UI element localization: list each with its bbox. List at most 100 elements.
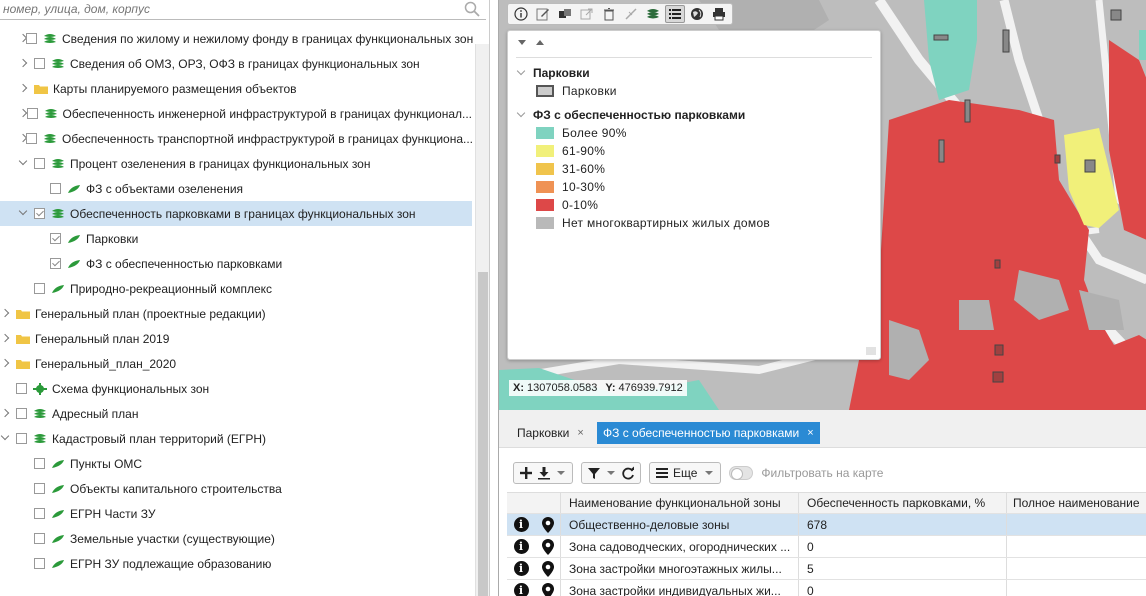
layer-checkbox[interactable]: [34, 483, 45, 494]
layer-tree-item[interactable]: ФЗ с объектами озеленения: [0, 176, 472, 201]
map-pin-icon[interactable]: [541, 560, 554, 577]
table-row[interactable]: i Зона застройки многоэтажных жилы... 5: [507, 558, 1146, 580]
layer-tree-item[interactable]: Обеспеченность инженерной инфраструктуро…: [0, 101, 472, 126]
chevron-right-icon[interactable]: [2, 410, 10, 418]
plus-icon[interactable]: [519, 466, 533, 480]
layer-tree-item[interactable]: Объекты капитального строительства: [0, 476, 472, 501]
layer-tree-item[interactable]: Обеспеченность парковками в границах фун…: [0, 201, 472, 226]
info-icon[interactable]: i: [513, 561, 529, 576]
table-row[interactable]: i Зона садоводческих, огороднических ... 0: [507, 536, 1146, 558]
layer-tree-item[interactable]: Генеральный план 2019: [0, 326, 472, 351]
column-header[interactable]: Наименование функциональной зоны: [561, 493, 799, 513]
chevron-down-icon[interactable]: [516, 108, 526, 118]
chevron-right-icon[interactable]: [2, 360, 10, 368]
layer-checkbox[interactable]: [16, 408, 27, 419]
column-header[interactable]: Обеспеченность парковками, %: [799, 493, 1007, 513]
tab-parkovki[interactable]: Парковки ×: [511, 422, 590, 444]
print-button[interactable]: [709, 5, 729, 23]
close-icon[interactable]: ×: [807, 427, 813, 439]
legend-button[interactable]: [665, 5, 685, 23]
table-row[interactable]: i Зона застройки индивидуальных жи... 0: [507, 580, 1146, 596]
info-icon[interactable]: i: [513, 583, 529, 596]
layer-checkbox[interactable]: [34, 158, 45, 169]
export-button[interactable]: [577, 5, 597, 23]
map-view[interactable]: Парковки Парковки ФЗ с обеспеченностью пар…: [498, 0, 1146, 410]
filter-icon[interactable]: [587, 466, 601, 480]
measure-button[interactable]: [621, 5, 641, 23]
layer-checkbox[interactable]: [34, 458, 45, 469]
search-input[interactable]: [0, 0, 460, 18]
more-menu-button[interactable]: Еще: [649, 462, 722, 484]
layers-swap-button[interactable]: [555, 5, 575, 23]
map-pin-icon[interactable]: [541, 516, 554, 533]
refresh-icon[interactable]: [621, 466, 635, 480]
collapse-down-icon[interactable]: [518, 39, 526, 45]
layer-tree-item[interactable]: Кадастровый план территорий (ЕГРН): [0, 426, 472, 451]
filter-group[interactable]: [581, 462, 641, 484]
layer-checkbox[interactable]: [16, 433, 27, 444]
chevron-right-icon[interactable]: [20, 110, 21, 118]
search-icon[interactable]: [464, 1, 480, 17]
chevron-down-icon[interactable]: [2, 435, 10, 443]
layer-tree-item[interactable]: Сведения по жилому и нежилому фонду в гр…: [0, 26, 473, 51]
layer-checkbox[interactable]: [26, 33, 37, 44]
info-icon[interactable]: i: [513, 539, 529, 554]
legend-group[interactable]: Парковки: [516, 64, 880, 82]
legend-group[interactable]: ФЗ с обеспеченностью парковками: [516, 106, 880, 124]
chevron-right-icon[interactable]: [20, 60, 28, 68]
layer-checkbox[interactable]: [16, 383, 27, 394]
layer-checkbox[interactable]: [34, 283, 45, 294]
layer-tree-item[interactable]: Сведения об ОМЗ, ОРЗ, ОФЗ в границах фун…: [0, 51, 472, 76]
layer-tree-item[interactable]: ФЗ с обеспеченностью парковками: [0, 251, 472, 276]
chevron-down-icon[interactable]: [20, 210, 28, 218]
layer-checkbox[interactable]: [26, 133, 37, 144]
layer-tree-item[interactable]: Парковки: [0, 226, 472, 251]
tab-fz-parking[interactable]: ФЗ с обеспеченностью парковками ×: [597, 422, 820, 444]
layer-tree-item[interactable]: Адресный план: [0, 401, 472, 426]
layer-tree-item[interactable]: Земельные участки (существующие): [0, 526, 472, 551]
chevron-down-icon[interactable]: [20, 160, 28, 168]
layer-checkbox[interactable]: [50, 183, 61, 194]
layer-tree-item[interactable]: Природно-рекреационный комплекс: [0, 276, 472, 301]
layer-checkbox[interactable]: [50, 233, 61, 244]
layer-tree-item[interactable]: Карты планируемого размещения объектов: [0, 76, 472, 101]
edit-tool-button[interactable]: [533, 5, 553, 23]
table-row[interactable]: i Общественно-деловые зоны 678: [507, 514, 1146, 536]
layer-checkbox[interactable]: [50, 258, 61, 269]
layer-tree-item[interactable]: Генеральный_план_2020: [0, 351, 472, 376]
collapse-up-icon[interactable]: [536, 39, 544, 45]
chevron-right-icon[interactable]: [20, 85, 28, 93]
chevron-right-icon[interactable]: [2, 335, 10, 343]
layer-checkbox[interactable]: [34, 558, 45, 569]
download-icon[interactable]: [537, 466, 551, 480]
basemap-button[interactable]: [687, 5, 707, 23]
info-icon[interactable]: i: [513, 517, 529, 532]
chevron-right-icon[interactable]: [2, 310, 10, 318]
layer-checkbox[interactable]: [34, 508, 45, 519]
layer-tree-item[interactable]: Генеральный план (проектные редакции): [0, 301, 472, 326]
layer-tree-item[interactable]: ЕГРН ЗУ подлежащие образованию: [0, 551, 472, 576]
layer-checkbox[interactable]: [34, 208, 45, 219]
layer-checkbox[interactable]: [34, 533, 45, 544]
layer-tree-item[interactable]: ЕГРН Части ЗУ: [0, 501, 472, 526]
layer-checkbox[interactable]: [34, 58, 45, 69]
chevron-down-icon[interactable]: [557, 471, 565, 475]
layer-tree-item[interactable]: Пункты ОМС: [0, 451, 472, 476]
map-pin-icon[interactable]: [541, 538, 554, 555]
chevron-down-icon[interactable]: [516, 66, 526, 76]
chevron-down-icon[interactable]: [607, 471, 615, 475]
map-pin-icon[interactable]: [541, 582, 554, 596]
info-tool-button[interactable]: [511, 5, 531, 23]
layer-tree-item[interactable]: Обеспеченность транспортной инфраструкту…: [0, 126, 473, 151]
layer-checkbox[interactable]: [26, 108, 38, 119]
resize-handle[interactable]: [866, 347, 876, 355]
add-download-group[interactable]: [513, 462, 573, 484]
layers-button[interactable]: [643, 5, 663, 23]
filter-on-map-toggle[interactable]: [729, 466, 754, 480]
close-icon[interactable]: ×: [577, 427, 583, 439]
column-header[interactable]: Полное наименование: [1007, 493, 1146, 513]
delete-button[interactable]: [599, 5, 619, 23]
layer-tree-item[interactable]: Схема функциональных зон: [0, 376, 472, 401]
scrollbar-thumb[interactable]: [478, 272, 488, 596]
layer-tree-item[interactable]: Процент озеленения в границах функционал…: [0, 151, 472, 176]
